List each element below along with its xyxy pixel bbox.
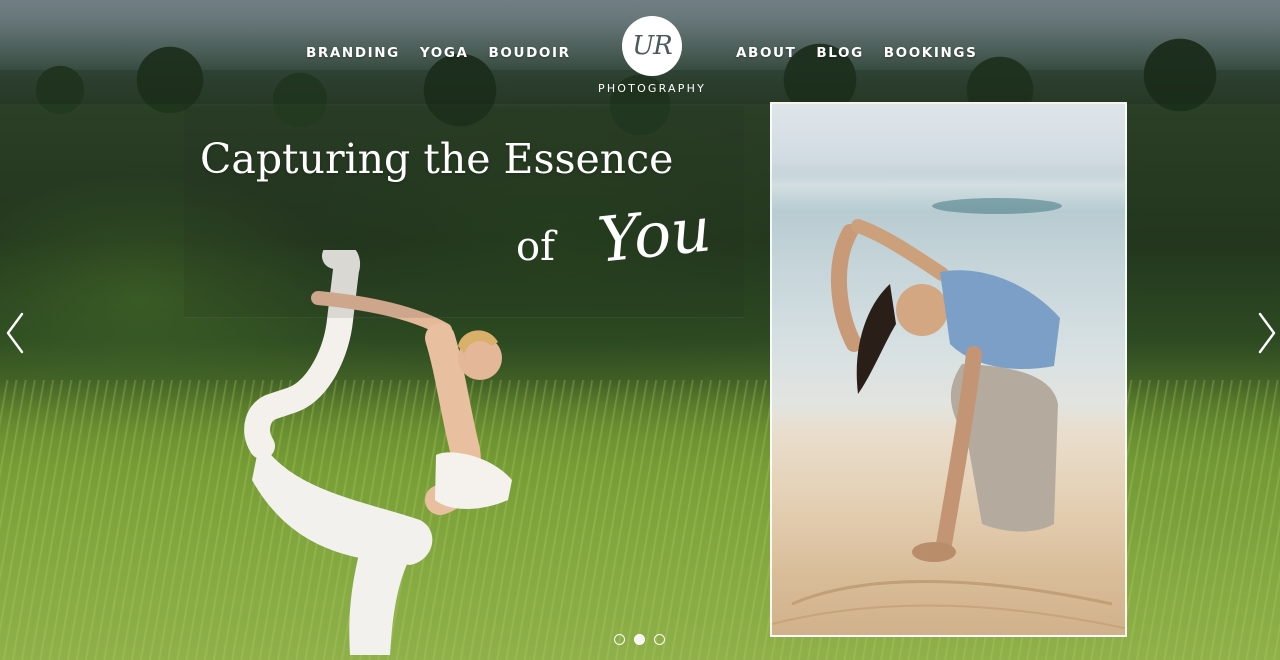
nav-link-about[interactable]: ABOUT [736,44,796,62]
nav-link-boudoir[interactable]: BOUDOIR [489,44,571,62]
site-logo[interactable]: UR PHOTOGRAPHY [586,14,718,98]
photo-beach-yogi-figure [772,219,1125,630]
chevron-left-icon [6,312,24,354]
primary-nav-right: ABOUT BLOG BOOKINGS [736,44,977,62]
nav-link-bookings[interactable]: BOOKINGS [884,44,978,62]
featured-photo-card [770,102,1127,637]
hero-headline-script: You [594,192,715,277]
slider-dot-1[interactable] [614,634,625,645]
nav-link-branding[interactable]: BRANDING [306,44,400,62]
primary-nav-left: BRANDING YOGA BOUDOIR [306,44,571,62]
slider-dot-3[interactable] [654,634,665,645]
hero-headline: Capturing the Essence [200,135,674,183]
slider-dot-2[interactable] [634,634,645,645]
slider-next-button[interactable] [1254,310,1278,356]
logo-tagline: PHOTOGRAPHY [597,82,706,95]
nav-link-yoga[interactable]: YOGA [420,44,469,62]
slider-prev-button[interactable] [4,310,28,356]
hero-headline-of: of [516,224,555,270]
nav-link-blog[interactable]: BLOG [816,44,863,62]
slider-pagination [614,634,665,645]
chevron-right-icon [1258,312,1276,354]
logo-monogram: UR [632,31,672,61]
logo-badge: UR [622,16,682,76]
